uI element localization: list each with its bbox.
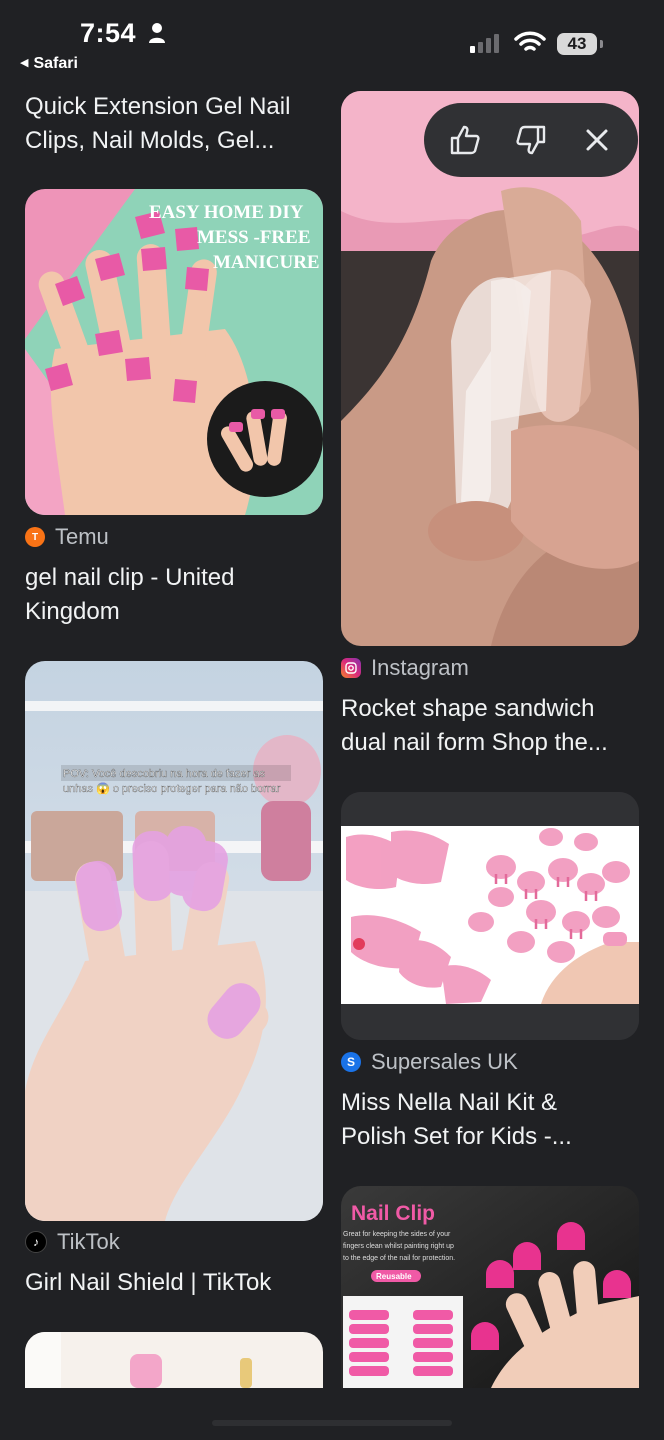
status-time: 7:54 <box>80 18 137 48</box>
source-label: Supersales UK <box>371 1049 518 1074</box>
close-icon[interactable] <box>572 115 622 165</box>
product-desc-1: Great for keeping the sides of your <box>343 1231 451 1238</box>
cellular-signal-icon <box>470 34 499 53</box>
result-image-supersales[interactable] <box>341 792 639 1040</box>
home-indicator <box>212 1420 452 1426</box>
feedback-pill <box>424 103 638 177</box>
product-desc-3: to the edge of the nail for protection. <box>343 1255 455 1262</box>
source-label: Temu <box>55 524 109 549</box>
person-icon <box>149 23 165 43</box>
supersales-icon: S <box>341 1052 361 1072</box>
result-source[interactable]: S Supersales UK <box>341 1049 518 1075</box>
result-source[interactable]: T Temu <box>25 524 109 550</box>
back-to-safari-link[interactable]: ◀ Safari <box>20 55 78 73</box>
title-line: Miss Nella Nail Kit & <box>341 1089 558 1116</box>
result-title[interactable]: Quick Extension Gel Nail Clips, Nail Mol… <box>25 90 325 158</box>
video-caption-line-2: unhas 😱 o preciso proteger para não borr… <box>63 782 281 795</box>
result-image-temu[interactable]: EASY HOME DIY MESS -FREE MANICURE <box>25 189 323 515</box>
thumbs-down-icon[interactable] <box>506 115 556 165</box>
nail-shield-hand-image: POV: Você descobriu na hora de fazer as … <box>25 661 323 1221</box>
result-title[interactable]: gel nail clip - United Kingdom <box>25 561 325 629</box>
product-badge: Reusable <box>376 1272 412 1281</box>
result-image-nail-clip[interactable]: Nail Clip Great for keeping the sides of… <box>341 1186 639 1388</box>
video-caption-line-1: POV: Você descobriu na hora de fazer as <box>63 768 265 780</box>
instagram-icon <box>341 658 361 678</box>
banner-line-3: MANICURE <box>213 252 320 273</box>
battery-tip <box>600 40 603 48</box>
tiktok-icon: ♪ <box>25 1231 47 1253</box>
banner-line-2: MESS -FREE <box>197 227 311 248</box>
nail-clips-hand-image: EASY HOME DIY MESS -FREE MANICURE <box>25 189 323 515</box>
wifi-icon <box>514 31 546 51</box>
title-line: Polish Set for Kids -... <box>341 1123 572 1150</box>
nail-clip-product-image: Nail Clip Great for keeping the sides of… <box>341 1186 639 1388</box>
title-line: dual nail form Shop the... <box>341 729 608 756</box>
temu-icon: T <box>25 527 45 547</box>
product-title: Nail Clip <box>351 1202 435 1225</box>
source-label: Instagram <box>371 655 469 680</box>
result-source[interactable]: Instagram <box>341 655 469 681</box>
result-title[interactable]: Girl Nail Shield | TikTok <box>25 1266 325 1300</box>
pink-nail-clips-image <box>341 792 639 1040</box>
banner-line-1: EASY HOME DIY <box>149 202 304 223</box>
result-title[interactable]: Miss Nella Nail Kit & Polish Set for Kid… <box>341 1086 641 1154</box>
result-source[interactable]: ♪ TikTok <box>25 1229 120 1255</box>
title-line: Rocket shape sandwich <box>341 695 595 722</box>
thumbs-up-icon[interactable] <box>440 115 490 165</box>
result-title[interactable]: Rocket shape sandwich dual nail form Sho… <box>341 692 641 760</box>
result-image-partial[interactable] <box>25 1332 323 1388</box>
back-app-label: Safari <box>33 55 78 72</box>
source-label: TikTok <box>57 1229 120 1254</box>
battery-indicator: 43 <box>557 33 597 55</box>
product-desc-2: fingers clean whilst painting right up <box>343 1243 454 1250</box>
title-line: Kingdom <box>25 598 120 625</box>
title-line: gel nail clip - United <box>25 564 235 591</box>
back-triangle-icon: ◀ <box>20 57 29 69</box>
result-image-tiktok[interactable]: POV: Você descobriu na hora de fazer as … <box>25 661 323 1221</box>
partial-image <box>25 1332 323 1388</box>
